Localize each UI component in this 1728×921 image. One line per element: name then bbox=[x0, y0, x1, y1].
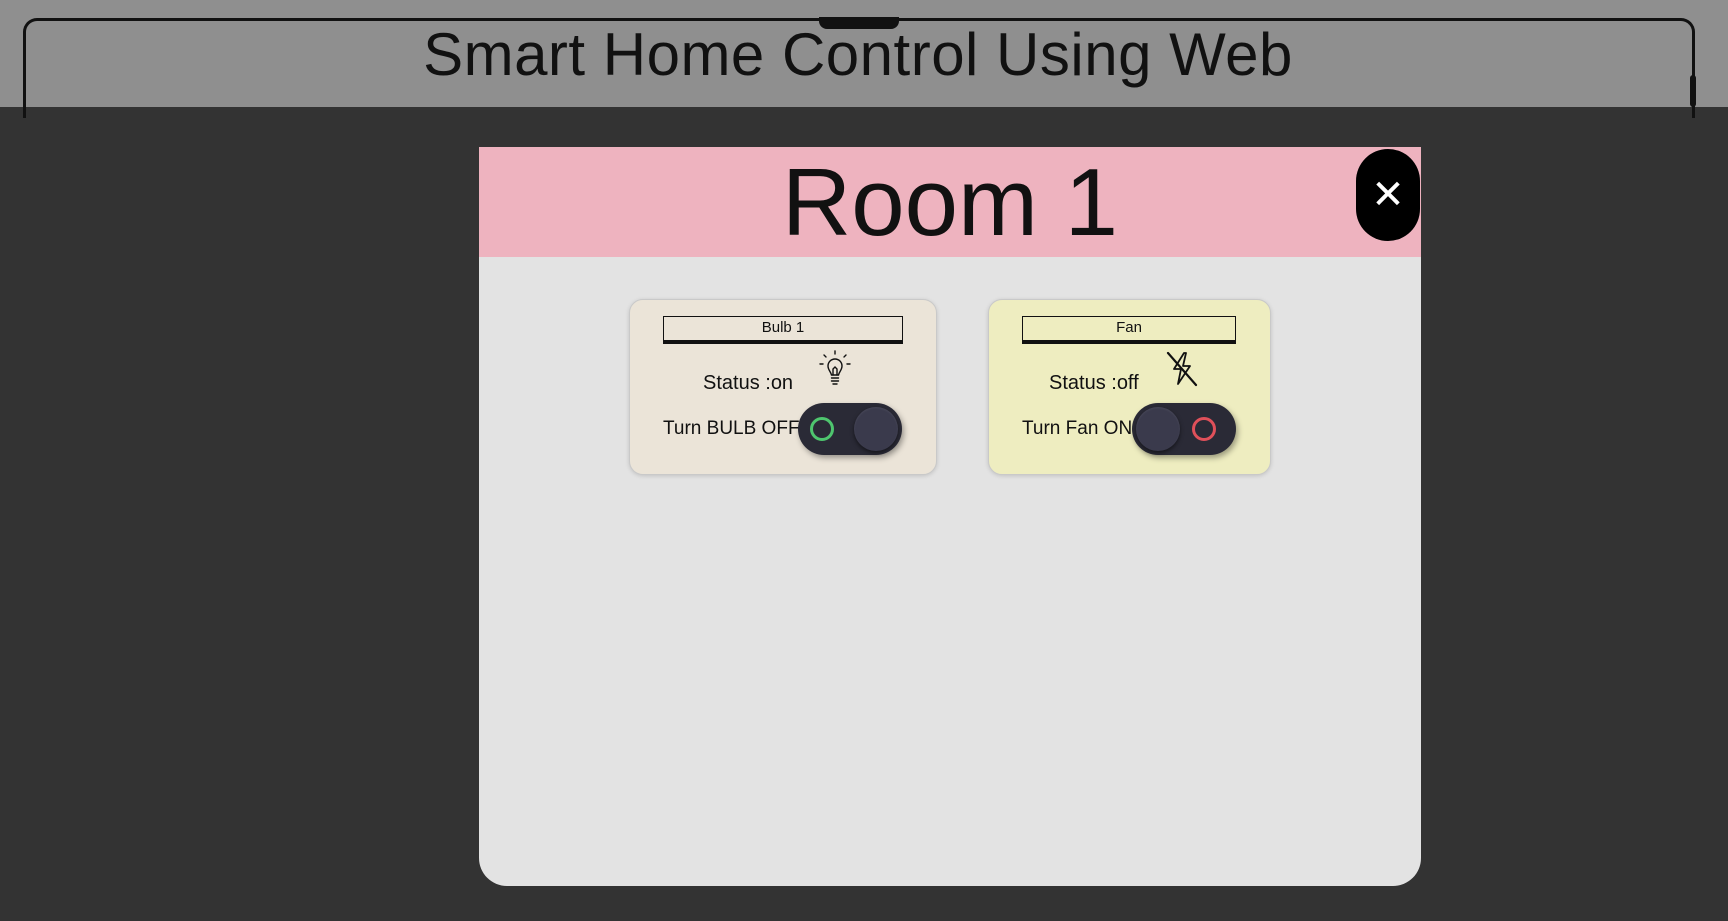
room-modal: Room 1 ✕ Bulb 1 Status :on Turn BULB OFF bbox=[479, 147, 1421, 886]
power-off-icon bbox=[1166, 351, 1198, 387]
close-button[interactable]: ✕ bbox=[1356, 149, 1420, 241]
modal-title: Room 1 bbox=[781, 149, 1119, 256]
close-icon: ✕ bbox=[1371, 173, 1405, 217]
page-title: Smart Home Control Using Web bbox=[423, 21, 1293, 88]
on-indicator-icon bbox=[810, 417, 834, 441]
device-card-bulb: Bulb 1 Status :on Turn BULB OFF bbox=[629, 299, 937, 475]
device-status: Status :on bbox=[703, 372, 794, 394]
device-name: Fan bbox=[1022, 316, 1236, 344]
lightbulb-icon bbox=[819, 350, 851, 385]
fan-toggle-switch[interactable] bbox=[1132, 403, 1236, 455]
device-status: Status :off bbox=[1049, 372, 1139, 394]
toggle-label: Turn BULB OFF bbox=[663, 418, 800, 439]
modal-header: Room 1 ✕ bbox=[479, 147, 1421, 257]
toggle-knob[interactable] bbox=[854, 407, 898, 451]
device-card-fan: Fan Status :off Turn Fan ON bbox=[988, 299, 1271, 475]
device-name: Bulb 1 bbox=[663, 316, 903, 344]
toggle-knob[interactable] bbox=[1136, 407, 1180, 451]
off-indicator-icon bbox=[1192, 417, 1216, 441]
bulb-toggle-switch[interactable] bbox=[798, 403, 902, 455]
toggle-label: Turn Fan ON bbox=[1022, 418, 1133, 439]
